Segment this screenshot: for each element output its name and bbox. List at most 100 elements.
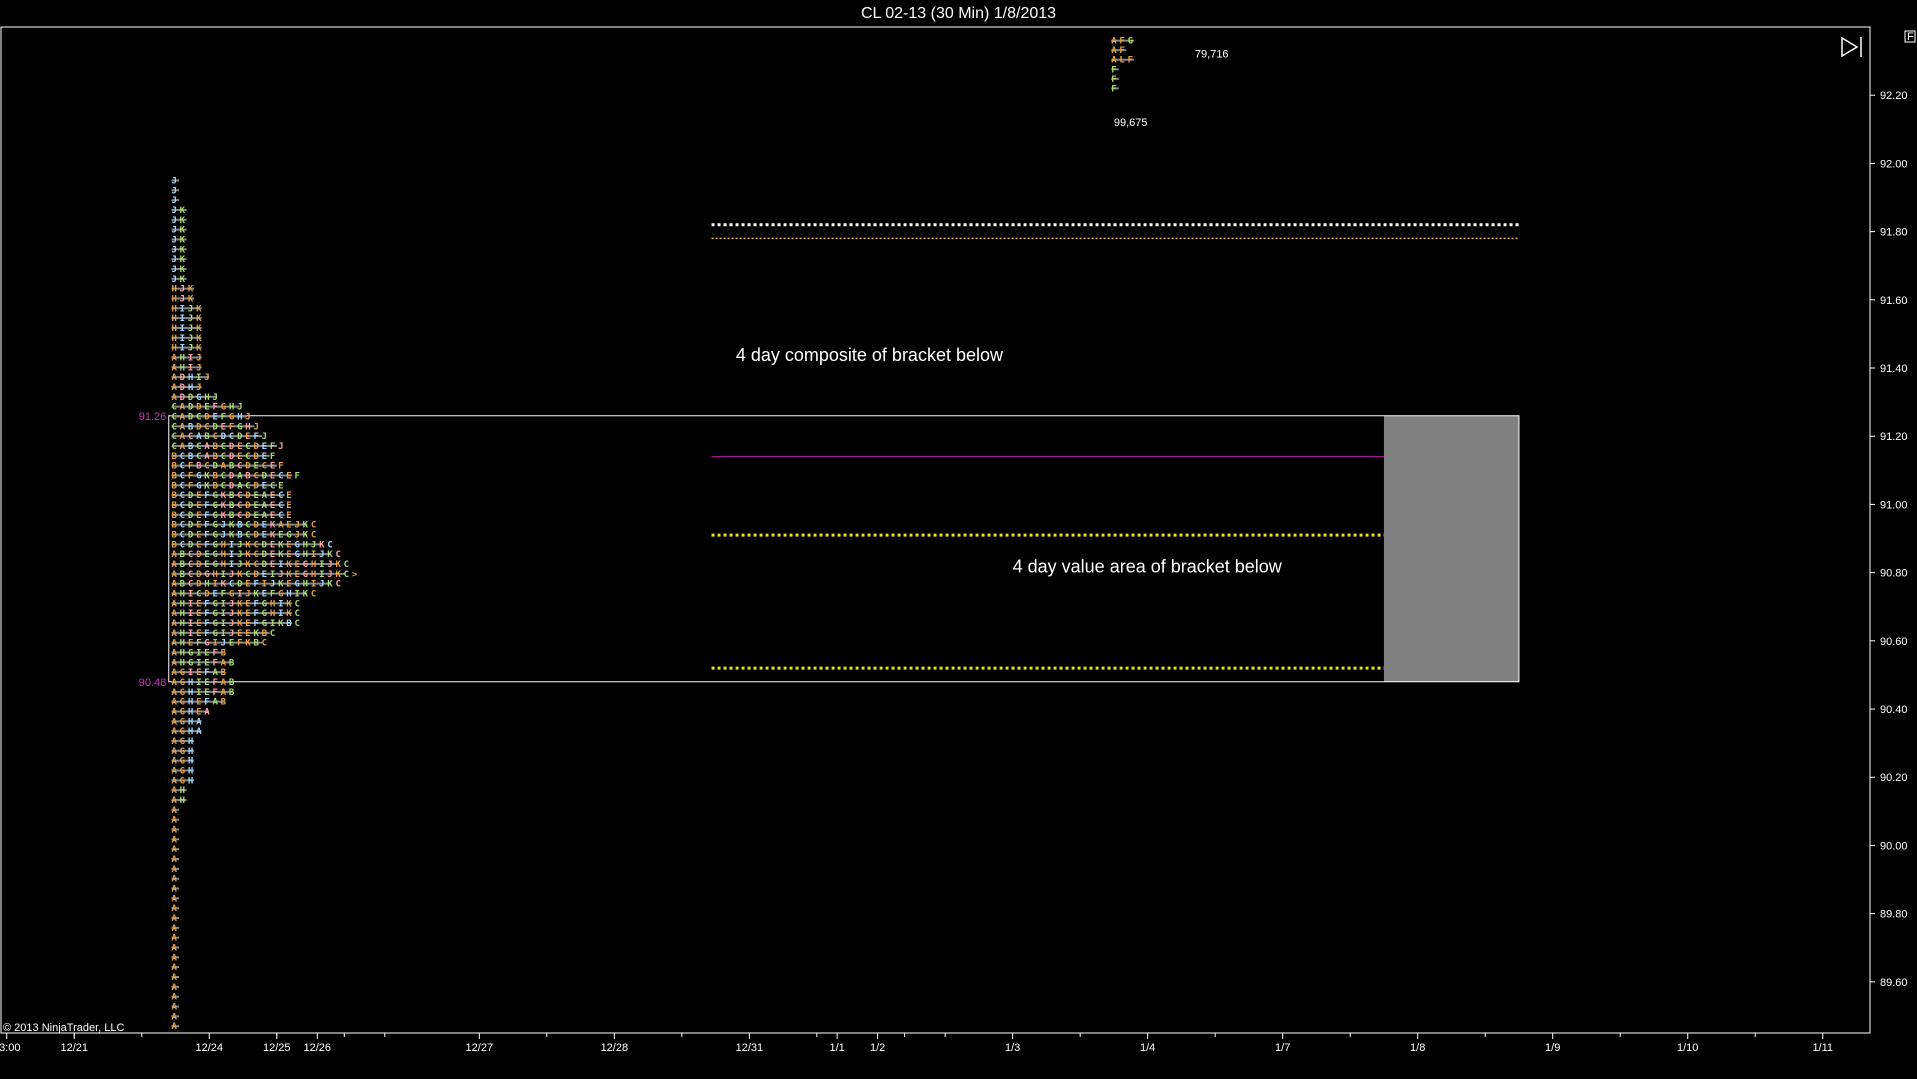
main-profile-tpo-letter: B: [180, 580, 186, 590]
main-profile-tpo-letter: C: [253, 471, 258, 481]
main-profile-tpo-letter: E: [270, 540, 275, 550]
main-profile-tpo-row: A: [171, 914, 177, 924]
main-profile-tpo-letter: G: [237, 422, 242, 432]
main-profile-tpo-letter: A: [171, 776, 177, 786]
main-profile-tpo-row: A: [171, 806, 177, 816]
main-profile-tpo-letter: D: [221, 432, 227, 442]
main-profile-tpo-letter: H: [270, 609, 275, 619]
main-profile-tpo-letter: B: [180, 550, 186, 560]
main-profile-tpo-letter: A: [180, 412, 186, 422]
main-profile-tpo-letter: C: [180, 452, 185, 462]
main-profile-tpo-letter: E: [196, 707, 201, 717]
main-profile-tpo-letter: G: [212, 540, 217, 550]
main-profile-tpo-letter: D: [253, 570, 259, 580]
main-profile-tpo-letter: K: [204, 471, 210, 481]
small-profile-tpo-row: F: [1111, 65, 1116, 75]
main-profile-tpo-letter: K: [180, 265, 186, 275]
main-profile-tpo-letter: D: [253, 442, 259, 452]
main-profile-tpo-letter: C: [188, 580, 193, 590]
main-profile-tpo-letter: C: [245, 452, 250, 462]
main-profile-tpo-letter: C: [180, 521, 185, 531]
main-profile-tpo-row: J: [171, 176, 176, 186]
main-profile-tpo-letter: E: [196, 599, 201, 609]
scroll-to-end-icon[interactable]: [1841, 36, 1862, 58]
main-profile-tpo-letter: H: [188, 727, 193, 737]
main-profile-tpo-letter: H: [188, 766, 193, 776]
main-profile-tpo-letter: G: [204, 639, 209, 649]
main-profile-tpo-letter: K: [196, 304, 202, 314]
main-profile-tpo-letter: A: [171, 1022, 177, 1032]
main-profile-tpo-letter: C: [229, 432, 234, 442]
main-profile-tpo-letter: D: [196, 580, 202, 590]
market-profile-chart[interactable]: 92.20 92.00 91.80 91.60 91.40 91.20 91.00 90.80…: [0, 0, 1917, 1079]
main-profile-tpo-row: A: [171, 934, 177, 944]
main-profile-tpo-letter: H: [188, 717, 193, 727]
main-profile-tpo-letter: G: [180, 678, 185, 688]
main-profile-tpo-letter: E: [196, 629, 201, 639]
main-profile-tpo-letter: D: [188, 403, 194, 413]
main-profile-tpo-letter: G: [212, 609, 217, 619]
main-profile-tpo-letter: E: [196, 501, 201, 511]
main-profile-tpo-letter: J: [196, 363, 201, 373]
main-profile-tpo-letter: D: [180, 373, 186, 383]
main-profile-tpo-letter: H: [188, 776, 193, 786]
main-profile-tpo-letter: F: [204, 668, 209, 678]
main-profile-tpo-letter: E: [286, 550, 291, 560]
main-profile-tpo-letter: G: [196, 481, 201, 491]
main-profile-tpo-letter: D: [262, 471, 268, 481]
main-profile-tpo-letter: I: [319, 560, 324, 570]
main-profile-tpo-letter: J: [171, 206, 176, 216]
main-profile-tpo-letter: G: [278, 589, 283, 599]
bracket-high-label: 91.26: [139, 411, 167, 423]
main-profile-tpo-letter: I: [229, 560, 234, 570]
main-profile-tpo-letter: H: [311, 560, 316, 570]
main-profile-tpo-letter: H: [180, 353, 185, 363]
x-tick-label: 1/7: [1275, 1042, 1290, 1054]
bracket-layer: 91.26 90.48: [139, 223, 1520, 689]
main-profile-tpo-letter: B: [171, 521, 177, 531]
main-profile-tpo-letter: C: [180, 481, 185, 491]
main-profile-tpo-letter: D: [229, 481, 235, 491]
main-profile-tpo-letter: E: [196, 530, 201, 540]
corner-f-icon[interactable]: F: [1904, 30, 1916, 43]
main-profile-tpo-letter: C: [327, 540, 332, 550]
main-profile-tpo-letter: B: [212, 452, 218, 462]
main-profile-tpo-letter: D: [253, 530, 259, 540]
small-profile-tpo-row: AFG: [1111, 37, 1133, 47]
main-profile-tpo-letter: A: [204, 707, 210, 717]
main-profile-tpo-letter: A: [171, 639, 177, 649]
main-profile-tpo-letter: F: [221, 589, 226, 599]
main-profile-tpo-letter: A: [221, 462, 227, 472]
main-profile-tpo-letter: I: [180, 314, 185, 324]
main-profile-tpo-letter: I: [180, 334, 185, 344]
main-profile-tpo-letter: H: [221, 560, 226, 570]
main-profile-tpo-row: BCDEFGKBCDEAECE: [171, 501, 291, 511]
main-profile-tpo-letter: G: [212, 599, 217, 609]
main-profile-tpo-letter: E: [245, 580, 250, 590]
y-tick-label: 92.00: [1880, 158, 1908, 170]
y-tick-label: 90.80: [1880, 568, 1908, 580]
main-profile-tpo-letter: H: [270, 599, 275, 609]
corner-f-label: F: [1907, 31, 1914, 43]
y-tick-label: 92.20: [1880, 90, 1908, 102]
main-profile-tpo-letter: G: [212, 530, 217, 540]
x-tick-label: 12/21: [60, 1042, 88, 1054]
main-profile-tpo-row: A: [171, 904, 177, 914]
main-profile-tpo-letter: B: [237, 530, 243, 540]
main-profile-tpo-letter: J: [237, 560, 242, 570]
main-profile-tpo-letter: J: [270, 580, 275, 590]
main-profile-tpo-letter: J: [245, 412, 250, 422]
main-profile-tpo-letter: E: [286, 501, 291, 511]
main-profile-tpo-letter: J: [221, 521, 226, 531]
x-tick-label: 12/28: [601, 1042, 629, 1054]
main-profile-tpo-letter: C: [294, 609, 299, 619]
y-tick-label: 90.00: [1880, 840, 1908, 852]
main-profile-tpo-row: A: [171, 826, 177, 836]
main-profile-tpo-letter: F: [253, 580, 258, 590]
main-profile-tpo-letter: H: [188, 747, 193, 757]
main-profile-tpo-letter: G: [221, 403, 226, 413]
main-profile-tpo-letter: G: [196, 393, 201, 403]
main-profile-tpo-letter: C: [171, 442, 176, 452]
main-profile-tpo-letter: K: [253, 589, 259, 599]
main-profile-tpo-letter: F: [212, 648, 217, 658]
